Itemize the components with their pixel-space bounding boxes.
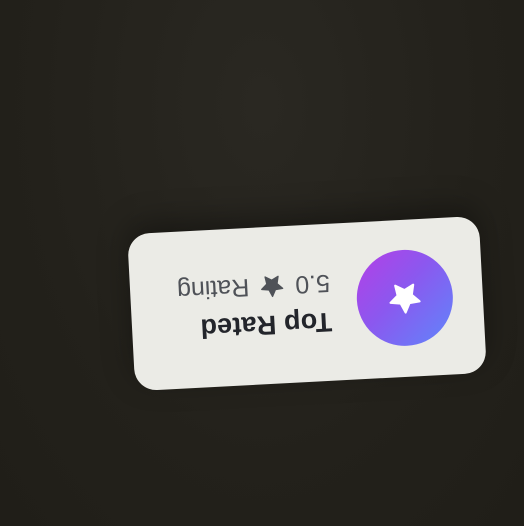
- card-content: Top Rated 5.0 Rating: [127, 216, 487, 391]
- top-rated-card[interactable]: Top Rated 5.0 Rating: [127, 215, 487, 392]
- background: Top Rated 5.0 Rating: [0, 0, 524, 526]
- rating-label: Rating: [176, 273, 251, 306]
- card-text: Top Rated 5.0 Rating: [176, 269, 332, 344]
- star-badge: [354, 247, 456, 349]
- rating-row: 5.0 Rating: [176, 269, 331, 306]
- rating-star-icon: [259, 272, 286, 299]
- card-title: Top Rated: [199, 306, 333, 344]
- rating-value: 5.0: [294, 269, 331, 299]
- star-icon: [389, 284, 421, 315]
